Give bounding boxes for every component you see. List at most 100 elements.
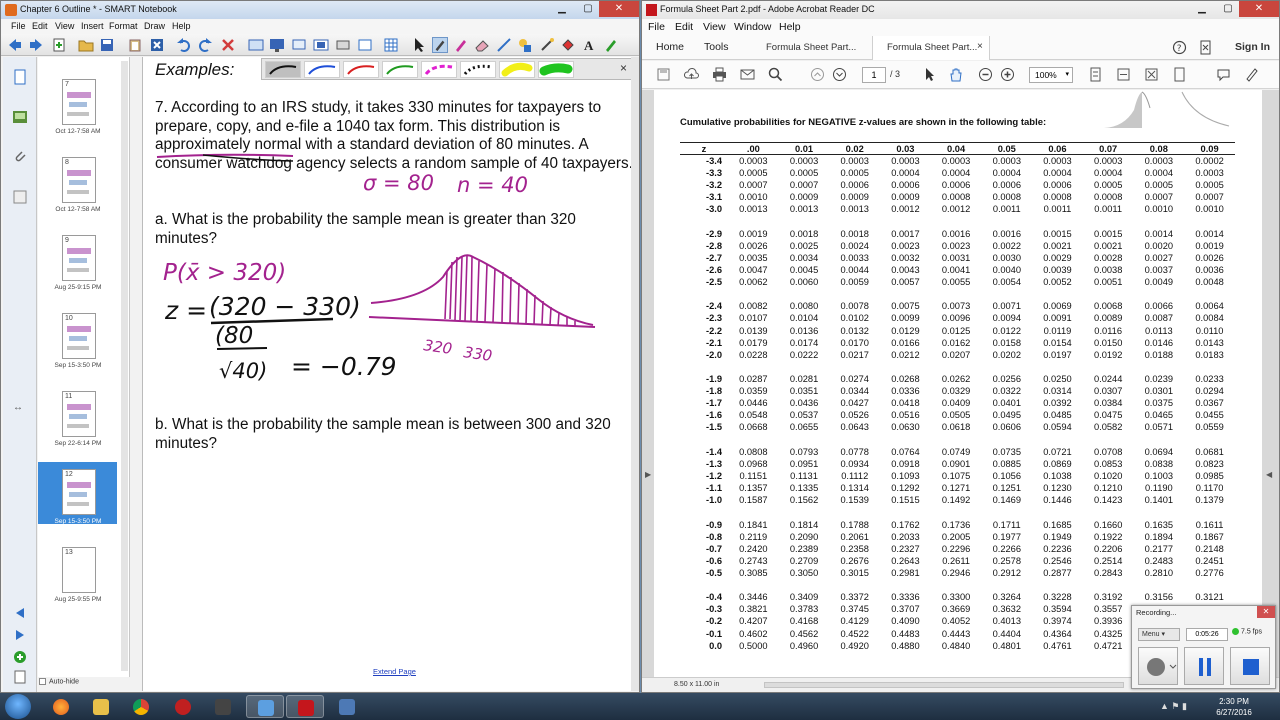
home-tab[interactable]: Home (656, 41, 684, 53)
document-camera-icon[interactable] (335, 37, 351, 53)
line-tool-icon[interactable] (496, 37, 512, 53)
horizontal-scrollbar[interactable] (764, 682, 1124, 688)
properties-tab-icon[interactable] (12, 189, 28, 205)
document-tab-1[interactable]: Formula Sheet Part... (766, 42, 856, 53)
page-sorter-tab-icon[interactable] (12, 69, 28, 85)
menu-draw[interactable]: Draw (144, 21, 165, 31)
acrobat-close-button[interactable]: ✕ (1239, 1, 1279, 17)
close-tab-icon[interactable]: × (977, 41, 983, 52)
gallery-tab-icon[interactable] (12, 109, 28, 125)
redo-icon[interactable] (197, 37, 213, 53)
menu-view[interactable]: View (55, 21, 74, 31)
page-scrollbar[interactable] (631, 57, 639, 691)
save-icon[interactable] (99, 37, 115, 53)
page-icon[interactable] (12, 669, 28, 685)
menu-insert[interactable]: Insert (81, 21, 104, 31)
close-button[interactable]: ✕ (599, 1, 639, 17)
select-cursor-icon[interactable] (411, 37, 427, 53)
text-tool-icon[interactable]: A (581, 37, 597, 53)
left-panel-toggle-icon[interactable]: ▶ (645, 470, 651, 479)
upload-cloud-icon[interactable] (684, 67, 699, 82)
tools-tab[interactable]: Tools (704, 41, 729, 53)
page-thumbnail[interactable]: 10 (62, 313, 96, 359)
taskbar-acrobat[interactable] (286, 695, 324, 718)
pen-tool-icon[interactable] (432, 37, 448, 53)
document-tab-2-active[interactable]: Formula Sheet Part... × (872, 36, 990, 60)
screen-shade-icon[interactable] (248, 37, 264, 53)
previous-page-icon[interactable] (810, 67, 825, 82)
notebook-page[interactable]: Examples: × 7. According to an IRS study… (142, 57, 636, 691)
paste-icon[interactable] (127, 37, 143, 53)
taskbar-app-blue[interactable] (328, 695, 366, 718)
mobile-link-icon[interactable] (1198, 40, 1213, 55)
sign-in-link[interactable]: Sign In (1235, 41, 1270, 53)
page-number-input[interactable]: 1 (862, 67, 886, 83)
zoom-in-icon[interactable] (1000, 67, 1015, 82)
hand-tool-icon[interactable] (948, 67, 963, 82)
add-icon[interactable] (12, 649, 28, 665)
forward-arrow-icon[interactable] (28, 37, 44, 53)
sign-pen-icon[interactable] (1244, 67, 1259, 82)
notebook-titlebar[interactable]: Chapter 6 Outline * - SMART Notebook ▁ ▢… (1, 1, 639, 19)
undo-icon[interactable] (176, 37, 192, 53)
acrobat-maximize-button[interactable]: ▢ (1215, 1, 1241, 17)
recorder-close-button[interactable]: ✕ (1257, 606, 1275, 618)
menu-edit[interactable]: Edit (32, 21, 48, 31)
full-screen-mode-icon[interactable] (1144, 67, 1159, 82)
shapes-icon[interactable] (517, 37, 533, 53)
document-viewer[interactable]: ▶ ◀ Cumulative probabilities for NEGATIV… (642, 90, 1279, 677)
stop-button[interactable] (1230, 647, 1270, 685)
select-tool-icon[interactable] (922, 67, 937, 82)
taskbar-firefox[interactable] (42, 695, 80, 718)
zoom-out-icon[interactable] (978, 67, 993, 82)
eraser-icon[interactable] (474, 37, 490, 53)
print-icon[interactable] (712, 67, 727, 82)
page-thumbnail[interactable]: 12 (62, 469, 96, 515)
page-thumbnail[interactable]: 13 (62, 547, 96, 593)
magic-pen-icon[interactable] (539, 37, 555, 53)
save-file-icon[interactable] (656, 67, 671, 82)
acrobat-titlebar[interactable]: Formula Sheet Part 2.pdf - Adobe Acrobat… (642, 1, 1279, 19)
page-thumbnail[interactable]: 7 (62, 79, 96, 125)
taskbar-app-red[interactable] (164, 695, 202, 718)
add-page-icon[interactable] (51, 37, 67, 53)
system-tray[interactable]: ▲ ⚑ ▮ (1160, 701, 1187, 712)
properties-icon[interactable] (603, 37, 619, 53)
full-screen-icon[interactable] (269, 37, 285, 53)
menu-format[interactable]: Format (109, 21, 138, 31)
acrobat-menu-view[interactable]: View (703, 21, 726, 33)
menu-help[interactable]: Help (172, 21, 191, 31)
move-sidebar-left-icon[interactable] (12, 605, 28, 621)
recorder-menu-button[interactable]: Menu ▾ (1138, 628, 1180, 641)
taskbar-app-pen[interactable] (204, 695, 242, 718)
page-thumbnail[interactable]: 8 (62, 157, 96, 203)
start-button[interactable] (5, 694, 31, 719)
acrobat-menu-help[interactable]: Help (779, 21, 801, 33)
delete-page-icon[interactable] (149, 37, 165, 53)
right-panel-toggle-icon[interactable]: ◀ (1266, 470, 1272, 479)
table-icon[interactable] (383, 37, 399, 53)
acrobat-menu-window[interactable]: Window (734, 21, 771, 33)
search-icon[interactable] (768, 67, 783, 82)
page-thumbnail[interactable]: 11 (62, 391, 96, 437)
page-display-icon[interactable] (1172, 67, 1187, 82)
record-button[interactable] (1138, 647, 1178, 685)
clock[interactable]: 2:30 PM 6/27/2016 (1206, 696, 1262, 718)
creative-pen-icon[interactable] (453, 37, 469, 53)
acrobat-minimize-button[interactable]: ▁ (1189, 1, 1215, 17)
menu-file[interactable]: File (11, 21, 26, 31)
zoom-select[interactable]: 100% ▾ (1029, 67, 1073, 83)
display-screen-icon[interactable] (291, 37, 307, 53)
open-folder-icon[interactable] (78, 37, 94, 53)
comment-icon[interactable] (1216, 67, 1231, 82)
back-arrow-icon[interactable] (7, 37, 23, 53)
capture-icon[interactable] (313, 37, 329, 53)
page-thumbnail[interactable]: 9 (62, 235, 96, 281)
next-page-icon[interactable] (832, 67, 847, 82)
auto-hide-checkbox[interactable] (39, 678, 46, 685)
maximize-button[interactable]: ▢ (575, 1, 601, 17)
resize-sidebar-icon[interactable]: ↔ (13, 402, 23, 413)
page-sorter-scrollbar[interactable] (121, 61, 128, 671)
insert-icon[interactable] (357, 37, 373, 53)
email-icon[interactable] (740, 67, 755, 82)
